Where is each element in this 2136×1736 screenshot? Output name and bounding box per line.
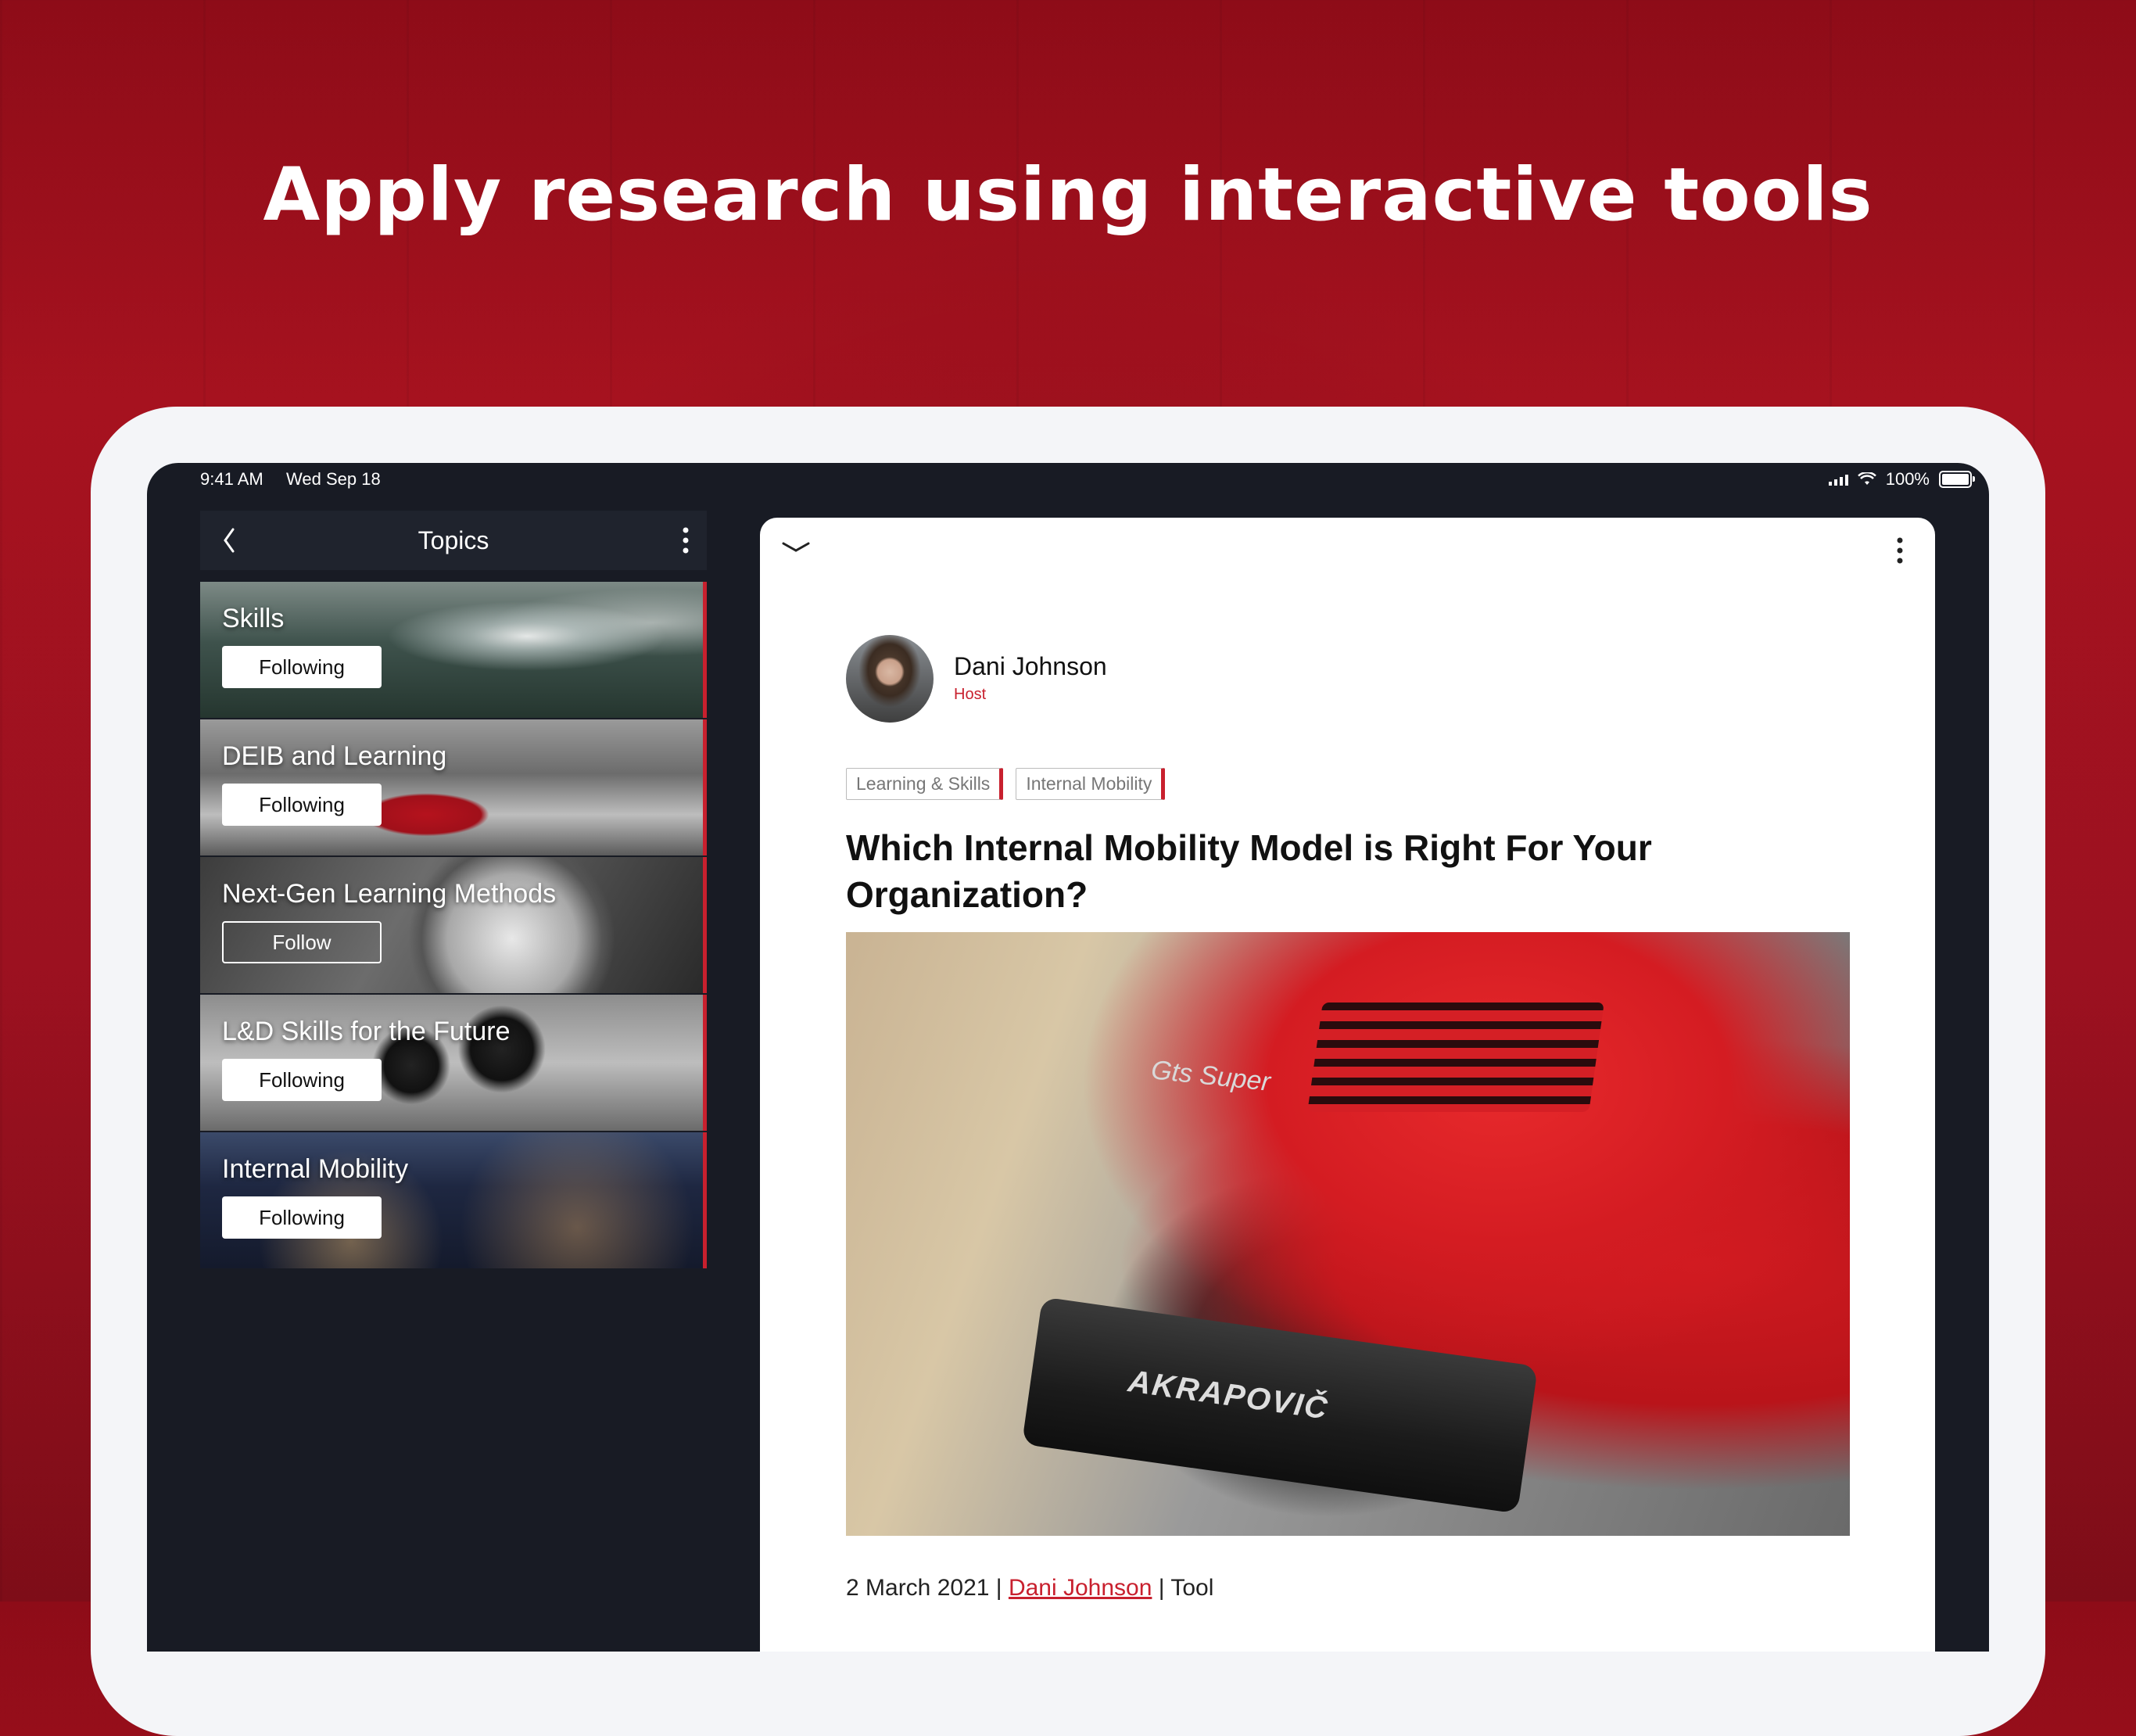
following-button[interactable]: Following	[222, 1196, 382, 1239]
topics-header: Topics	[200, 511, 707, 570]
topic-card-skills[interactable]: Skills Following	[200, 582, 707, 718]
topics-list: Skills Following DEIB and Learning Follo…	[200, 582, 707, 1270]
tablet-screen: 9:41 AM Wed Sep 18 100% Topics Skills Fo…	[147, 463, 1989, 1652]
chevron-down-icon[interactable]	[780, 540, 812, 555]
meta-separator: |	[1158, 1575, 1165, 1601]
topic-name: Skills	[222, 604, 285, 633]
article-panel: Dani Johnson Host Learning & Skills Inte…	[760, 518, 1935, 1652]
more-options-icon[interactable]	[682, 526, 690, 554]
status-date: Wed Sep 18	[286, 469, 381, 489]
topic-card-deib[interactable]: DEIB and Learning Following	[200, 719, 707, 855]
meta-separator: |	[995, 1575, 1002, 1601]
tag-list: Learning & Skills Internal Mobility	[846, 768, 1166, 800]
battery-percent: 100%	[1885, 469, 1930, 489]
more-options-icon[interactable]	[1896, 536, 1904, 565]
topic-name: Next-Gen Learning Methods	[222, 879, 557, 909]
article-type: Tool	[1170, 1575, 1214, 1601]
topics-title: Topics	[418, 526, 489, 554]
status-bar: 9:41 AM Wed Sep 18 100%	[147, 463, 1989, 497]
following-button[interactable]: Following	[222, 784, 382, 826]
article-date: 2 March 2021	[846, 1575, 990, 1601]
topic-name: Internal Mobility	[222, 1154, 409, 1184]
following-button[interactable]: Following	[222, 646, 382, 688]
scooter-vent	[1307, 1003, 1604, 1112]
status-indicators: 100%	[1828, 469, 1975, 490]
article-meta: 2 March 2021 | Dani Johnson | Tool	[846, 1575, 1213, 1601]
promo-headline: Apply research using interactive tools	[263, 152, 1873, 238]
topic-card-next-gen[interactable]: Next-Gen Learning Methods Follow	[200, 857, 707, 993]
following-button[interactable]: Following	[222, 1059, 382, 1101]
tag-chip[interactable]: Internal Mobility	[1016, 768, 1166, 800]
topic-name: L&D Skills for the Future	[222, 1017, 511, 1046]
topic-name: DEIB and Learning	[222, 741, 447, 771]
article-title: Which Internal Mobility Model is Right F…	[846, 827, 1652, 915]
author-name[interactable]: Dani Johnson	[954, 652, 1107, 681]
topic-card-ld-skills[interactable]: L&D Skills for the Future Following	[200, 995, 707, 1131]
follow-button[interactable]: Follow	[222, 921, 382, 963]
status-time: 9:41 AM	[200, 469, 263, 489]
avatar[interactable]	[846, 635, 934, 723]
tag-chip[interactable]: Learning & Skills	[846, 768, 1004, 800]
signal-icon	[1828, 473, 1848, 486]
topic-card-internal-mobility[interactable]: Internal Mobility Following	[200, 1132, 707, 1268]
wifi-icon	[1857, 472, 1876, 485]
article-hero-image: Gts Super AKRAPOVIČ	[846, 932, 1850, 1536]
scooter-badge: Gts Super	[1149, 1055, 1272, 1097]
author-role: Host	[954, 686, 987, 703]
article-author-link[interactable]: Dani Johnson	[1009, 1575, 1152, 1601]
battery-icon	[1939, 471, 1975, 488]
